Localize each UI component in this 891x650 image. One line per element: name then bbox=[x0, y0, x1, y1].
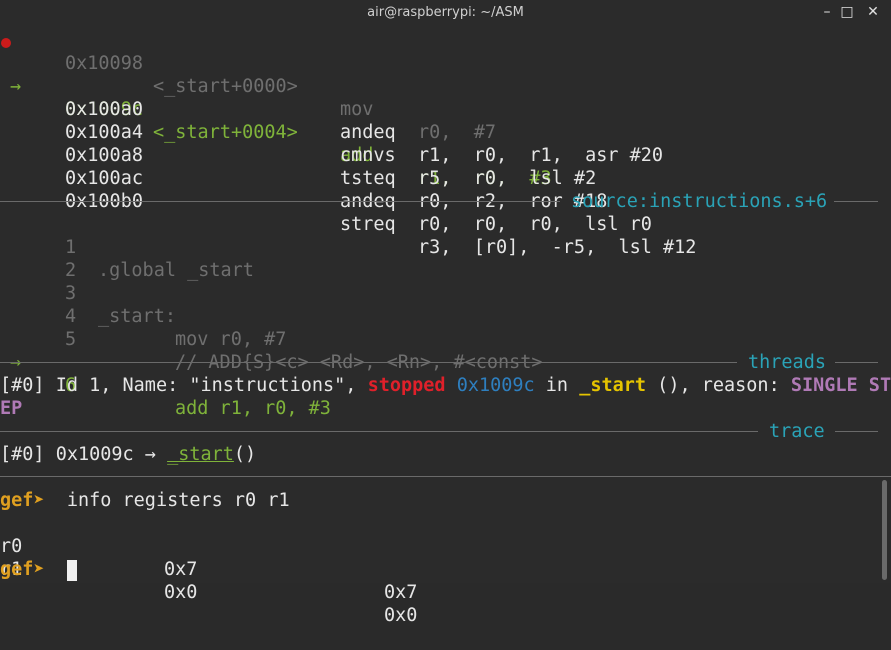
thread-status: stopped bbox=[367, 375, 446, 396]
disasm-mnemonic: mov bbox=[340, 99, 374, 120]
title-bar: air@raspberrypi: ~/ASM – □ ✕ bbox=[0, 0, 891, 26]
disasm-address: 0x10098 bbox=[65, 53, 143, 74]
separator-rule bbox=[834, 201, 878, 202]
disasm-operands: r1, r0, r1, asr #20 bbox=[418, 145, 664, 166]
register-natural: 0x0 bbox=[384, 605, 418, 626]
terminal[interactable]: 0x10098 <_start+0000> mov r0, #7 → 0x100… bbox=[0, 25, 891, 626]
thread-function: _start bbox=[579, 375, 647, 396]
trace-function: _start bbox=[167, 444, 234, 465]
trace-index: [#0] bbox=[0, 444, 45, 465]
thread-info: Id 1, Name: "instructions", bbox=[44, 375, 368, 396]
disasm-symbol: <_start+0004> bbox=[153, 122, 298, 143]
source-line: 4 mov r0, #7 bbox=[0, 282, 286, 350]
source-code: add r1, r0, #3 bbox=[175, 398, 331, 419]
thread-reason-label: (), reason: bbox=[646, 375, 791, 396]
minimize-icon[interactable]: – bbox=[817, 3, 837, 21]
register-hex: 0x0 bbox=[164, 582, 198, 603]
disasm-mnemonic: tsteq bbox=[340, 168, 396, 189]
source-line-number: 5 bbox=[65, 329, 77, 350]
source-line: 2 bbox=[0, 236, 76, 281]
disasm-address: 0x100a4 bbox=[65, 122, 143, 143]
gef-prompt: gef➤ bbox=[0, 559, 45, 580]
thread-address: 0x1009c bbox=[456, 375, 535, 396]
source-separator: source:instructions.s+6 bbox=[0, 190, 891, 213]
disasm-operands: r5, r0, lsl #2 bbox=[418, 168, 597, 189]
separator-rule bbox=[835, 431, 878, 432]
threads-header: threads bbox=[748, 352, 826, 373]
disasm-operands: r0, #7 bbox=[418, 122, 496, 143]
trace-address: 0x1009c bbox=[44, 444, 134, 465]
thread-index: [#0] bbox=[0, 375, 45, 396]
source-code: mov r0, #7 bbox=[175, 329, 287, 350]
thread-line: [#0] Id 1, Name: "instructions", stopped… bbox=[0, 374, 891, 397]
disasm-mnemonic: andeq bbox=[340, 122, 396, 143]
source-code: .global _start bbox=[98, 260, 254, 281]
close-icon[interactable]: ✕ bbox=[863, 3, 883, 21]
disasm-line: 0x100b0 streq r3, [r0], -r5, lsl #12 bbox=[0, 167, 696, 258]
maximize-icon[interactable]: □ bbox=[837, 3, 857, 21]
disasm-mnemonic: streq bbox=[340, 214, 396, 235]
disasm-operands: r3, [r0], -r5, lsl #12 bbox=[418, 237, 697, 258]
text-cursor[interactable] bbox=[66, 559, 77, 581]
register-row: r0 0x7 0x7 bbox=[0, 512, 417, 603]
separator-rule bbox=[0, 201, 560, 202]
trace-line: [#0] 0x1009c → _start() bbox=[0, 443, 256, 466]
trace-arrow-icon: → bbox=[133, 444, 168, 465]
scrollbar[interactable] bbox=[882, 480, 887, 580]
disasm-mnemonic: cmnvs bbox=[340, 145, 396, 166]
register-row: r1 0x0 0x0 bbox=[0, 535, 417, 626]
disasm-operands: r0, r0, r0, lsl r0 bbox=[418, 214, 652, 235]
disasm-address: 0x100a0 bbox=[65, 99, 143, 120]
disasm-address: 0x100ac bbox=[65, 168, 143, 189]
disasm-line: 0x10098 <_start+0000> mov r0, #7 bbox=[0, 29, 496, 143]
source-line: 5 // ADD{S}<c> <Rd>, <Rn>, #<const> bbox=[0, 305, 543, 373]
source-line-number: 4 bbox=[65, 306, 77, 327]
disasm-line: 0x100ac andeq r0, r0, r0, lsl r0 bbox=[0, 144, 652, 235]
command-text: info registers r0 r1 bbox=[44, 490, 290, 511]
trace-parens: () bbox=[233, 444, 257, 465]
command-line: gef➤ info registers r0 r1 bbox=[0, 489, 290, 512]
source-line-number: 3 bbox=[65, 283, 77, 304]
separator-rule bbox=[0, 431, 758, 432]
thread-reason: SINGLE ST bbox=[790, 375, 891, 396]
window-title: air@raspberrypi: ~/ASM bbox=[367, 5, 524, 20]
thread-in: in bbox=[534, 375, 580, 396]
disasm-address: 0x100a8 bbox=[65, 145, 143, 166]
separator-rule bbox=[0, 362, 737, 363]
input-line[interactable]: gef➤ bbox=[0, 558, 77, 581]
disasm-symbol: <_start+0000> bbox=[153, 76, 298, 97]
register-natural: 0x7 bbox=[384, 582, 418, 603]
register-hex: 0x7 bbox=[164, 559, 198, 580]
source-line: 3 _start: bbox=[0, 259, 176, 327]
disasm-line: 0x100a8 tsteq r0, r2, ror #18 bbox=[0, 121, 607, 212]
trace-header: trace bbox=[769, 421, 825, 442]
source-line-current: → 6 add r1, r0, #3 bbox=[0, 328, 331, 419]
disasm-line-current: → 0x1009c <_start+0004> add r1, r0, #3 bbox=[0, 52, 552, 189]
source-code: _start: bbox=[98, 306, 176, 327]
separator-rule bbox=[835, 362, 878, 363]
gef-prompt: gef➤ bbox=[0, 490, 45, 511]
source-line-number: 1 bbox=[65, 237, 77, 258]
source-line: 1 .global _start bbox=[0, 213, 254, 281]
disasm-line: 0x100a0 andeq r1, r0, r1, asr #20 bbox=[0, 75, 663, 166]
thread-reason-wrap: EP bbox=[0, 398, 23, 419]
source-header: source:instructions.s+6 bbox=[571, 191, 828, 212]
threads-separator: threads bbox=[0, 351, 891, 374]
disasm-line: 0x100a4 cmnvs r5, r0, lsl #2 bbox=[0, 98, 596, 189]
source-line-number: 2 bbox=[65, 260, 77, 281]
trace-separator: trace bbox=[0, 420, 891, 443]
